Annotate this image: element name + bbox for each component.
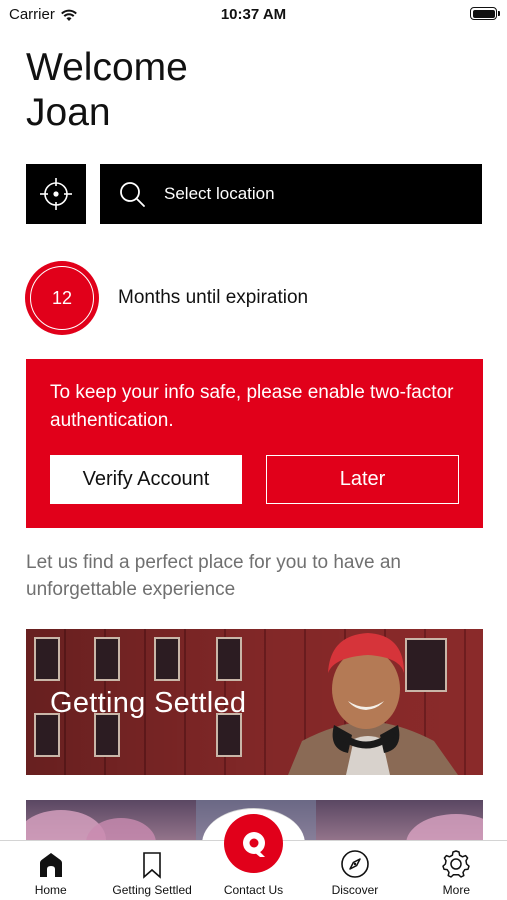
getting-settled-card[interactable]: Getting Settled bbox=[26, 629, 483, 775]
home-icon bbox=[39, 853, 62, 877]
tab-getting-settled-label: Getting Settled bbox=[112, 883, 192, 897]
welcome-heading: Welcome Joan bbox=[26, 45, 188, 135]
tab-home[interactable]: Home bbox=[0, 841, 101, 900]
expiration-badge: 12 bbox=[25, 261, 99, 335]
verify-account-button[interactable]: Verify Account bbox=[50, 455, 242, 504]
tab-contact-us-label: Contact Us bbox=[223, 883, 284, 897]
welcome-line: Welcome bbox=[26, 46, 188, 89]
location-search-input[interactable]: Select location bbox=[100, 164, 482, 224]
locate-me-button[interactable] bbox=[26, 164, 86, 224]
two-factor-banner: To keep your info safe, please enable tw… bbox=[26, 359, 483, 528]
contact-us-button[interactable] bbox=[224, 814, 283, 873]
search-icon bbox=[120, 182, 145, 207]
tab-home-label: Home bbox=[34, 883, 67, 897]
compass-icon bbox=[341, 850, 369, 878]
status-time: 10:37 AM bbox=[220, 6, 287, 23]
later-button[interactable]: Later bbox=[266, 455, 459, 504]
bookmark-icon bbox=[143, 852, 161, 879]
status-bar: Carrier 10:37 AM bbox=[0, 0, 507, 30]
tagline-text: Let us find a perfect place for you to h… bbox=[26, 552, 401, 600]
search-placeholder: Select location bbox=[164, 184, 275, 203]
tab-discover-label: Discover bbox=[331, 883, 379, 897]
crosshair-icon bbox=[40, 178, 72, 210]
battery-icon bbox=[470, 7, 500, 20]
expiration-months: 12 bbox=[30, 266, 94, 330]
gear-icon bbox=[442, 850, 471, 878]
two-factor-message: To keep your info safe, please enable tw… bbox=[50, 382, 454, 431]
expiration-label: Months until expiration bbox=[118, 287, 309, 308]
user-name: Joan bbox=[26, 91, 111, 134]
getting-settled-title: Getting Settled bbox=[50, 687, 247, 719]
chat-icon bbox=[242, 831, 265, 857]
tab-more-label: More bbox=[442, 883, 470, 897]
tab-more[interactable]: More bbox=[406, 841, 507, 900]
tab-getting-settled[interactable]: Getting Settled bbox=[101, 841, 202, 900]
tab-discover[interactable]: Discover bbox=[304, 841, 405, 900]
person-photo bbox=[288, 633, 458, 775]
